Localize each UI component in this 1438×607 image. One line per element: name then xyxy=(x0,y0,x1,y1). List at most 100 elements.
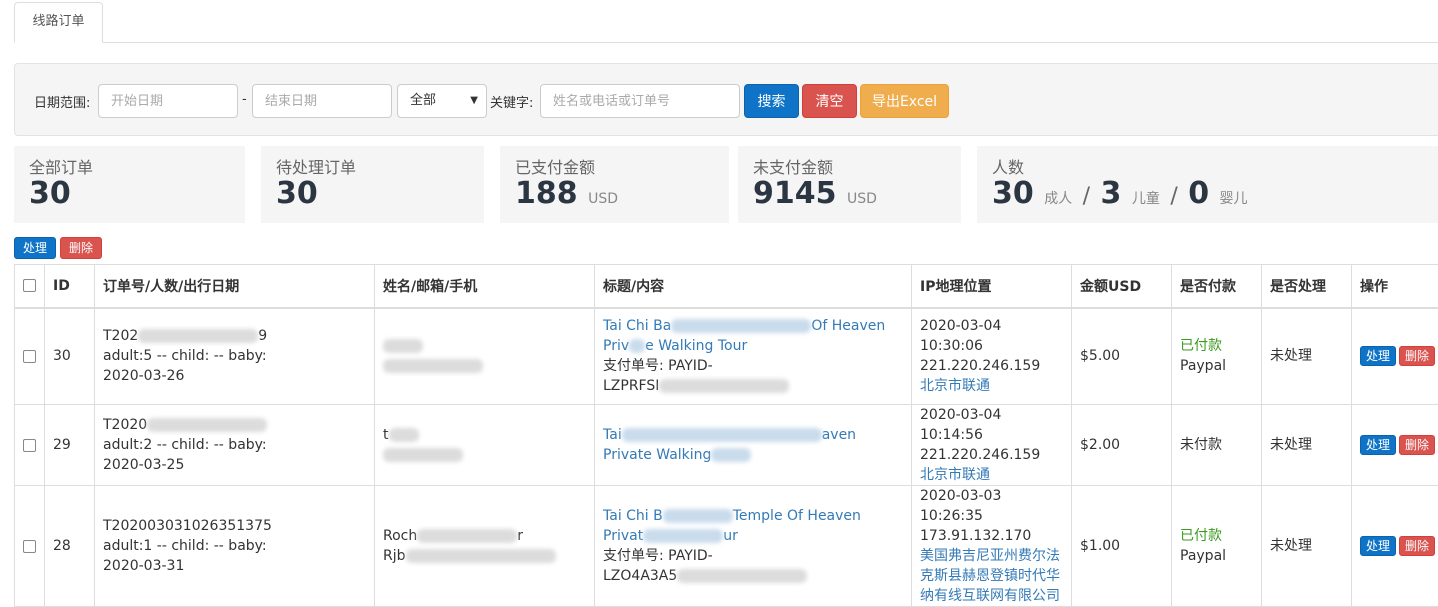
process-status: 未处理 xyxy=(1262,405,1352,486)
order-title-link-line2[interactable]: Priv xyxy=(603,338,629,354)
title-cell: Tai Chi BaOf Heaven Prive Walking Tour 支… xyxy=(595,308,912,405)
adults-label: 成人 xyxy=(1044,191,1072,207)
process-button[interactable]: 处理 xyxy=(1360,435,1396,455)
amount: $2.00 xyxy=(1072,405,1172,486)
ip-location: 北京市联通 xyxy=(920,465,1063,485)
contact-name: Roch xyxy=(383,528,417,544)
export-excel-button[interactable]: 导出Excel xyxy=(860,84,949,118)
bulk-process-button[interactable]: 处理 xyxy=(14,237,56,259)
babies-count: 0 xyxy=(1188,176,1209,211)
stat-card-all-orders: 全部订单 30 xyxy=(14,146,245,223)
stat-card-pending-orders: 待处理订单 30 xyxy=(261,146,484,223)
ip-cell: 2020-03-04 10:14:56 221.220.246.159 北京市联… xyxy=(912,405,1072,486)
stat-card-unpaid-amount: 未支付金额 9145 USD xyxy=(738,146,961,223)
redaction-blur xyxy=(677,569,807,583)
amount: $5.00 xyxy=(1072,308,1172,405)
select-all-checkbox[interactable] xyxy=(23,279,36,292)
stat-card-paid-amount: 已支付金额 188 USD xyxy=(500,146,729,223)
search-button[interactable]: 搜索 xyxy=(744,84,799,118)
currency-unit: USD xyxy=(588,191,618,207)
process-button[interactable]: 处理 xyxy=(1360,346,1396,366)
payment-method: Paypal xyxy=(1180,356,1253,376)
payment-id: LZPRFSI xyxy=(603,378,659,394)
delete-button[interactable]: 删除 xyxy=(1399,435,1435,455)
row-checkbox[interactable] xyxy=(23,350,36,363)
redaction-blur xyxy=(622,428,822,442)
header-order: 订单号/人数/出行日期 xyxy=(95,265,375,308)
ip-location: 美国弗吉尼亚州费尔法克斯县赫恩登镇时代华纳有线互联网有限公司 xyxy=(920,546,1063,606)
separator: / xyxy=(1083,184,1090,209)
table-row: 30 T2029 adult:5 -- child: -- baby: 2020… xyxy=(15,308,1438,405)
delete-button[interactable]: 删除 xyxy=(1399,346,1435,366)
title-cell: Tai Chi B Temple Of Heaven Privat ur 支付单号:… xyxy=(595,486,912,607)
status-select[interactable]: 全部 ▼ xyxy=(397,84,487,118)
order-title-link-end[interactable]: Temple Of Heaven xyxy=(733,508,861,524)
order-title-link-line2[interactable]: Privat xyxy=(603,528,643,544)
redaction-blur xyxy=(147,418,267,432)
stat-title: 待处理订单 xyxy=(276,154,356,178)
ip-time: 2020-03-04 10:14:56 xyxy=(920,405,1063,445)
adults-count: 30 xyxy=(992,176,1034,211)
row-checkbox[interactable] xyxy=(23,439,36,452)
payment-label: 支付单号: PAYID- xyxy=(603,546,903,566)
bulk-delete-button[interactable]: 删除 xyxy=(60,237,102,259)
redaction-blur xyxy=(389,428,419,442)
currency-unit: USD xyxy=(847,191,877,207)
order-number: T202 xyxy=(103,328,138,344)
redaction-blur xyxy=(417,529,517,543)
payment-id: LZO4A3A5 xyxy=(603,568,677,584)
order-title-link-line2[interactable]: Private Walking xyxy=(603,447,711,463)
tab-bar: 线路订单 xyxy=(0,0,1438,44)
redaction-blur xyxy=(629,339,645,353)
start-date-input[interactable] xyxy=(98,84,238,118)
stat-value: 30 成人 / 3 儿童 / 0 婴儿 xyxy=(992,176,1248,211)
unpaid-amount-value: 9145 xyxy=(753,176,837,211)
order-title-link[interactable]: Tai xyxy=(603,427,622,443)
payment-method: Paypal xyxy=(1180,546,1253,566)
paid-amount-value: 188 xyxy=(515,176,578,211)
filter-panel: 日期范围: - 全部 ▼ 关键字: 搜索 清空 导出Excel xyxy=(14,63,1438,136)
order-people: adult:5 -- child: -- baby: xyxy=(103,346,366,366)
row-checkbox[interactable] xyxy=(23,540,36,553)
contact-name-end: r xyxy=(517,528,523,544)
amount: $1.00 xyxy=(1072,486,1172,607)
travel-date: 2020-03-31 xyxy=(103,556,366,576)
babies-label: 婴儿 xyxy=(1220,191,1248,207)
order-title-link-end[interactable]: aven xyxy=(822,427,856,443)
redaction-blur xyxy=(711,448,751,462)
stat-value: 9145 USD xyxy=(753,176,877,211)
ip-location: 北京市联通 xyxy=(920,376,1063,396)
order-title-link-end[interactable]: Of Heaven xyxy=(811,318,885,334)
contact-cell: Rochr Rjb xyxy=(375,486,595,607)
stat-title: 全部订单 xyxy=(29,154,93,178)
clear-button[interactable]: 清空 xyxy=(802,84,857,118)
stat-card-people: 人数 30 成人 / 3 儿童 / 0 婴儿 xyxy=(977,146,1438,223)
contact-cell xyxy=(375,308,595,405)
stat-title: 人数 xyxy=(992,154,1024,178)
order-title-link-line2-end[interactable]: e Walking Tour xyxy=(645,338,747,354)
process-button[interactable]: 处理 xyxy=(1360,536,1396,556)
order-title-link[interactable]: Tai Chi B xyxy=(603,508,663,524)
children-label: 儿童 xyxy=(1132,191,1160,207)
order-title-link[interactable]: Tai Chi Ba xyxy=(603,318,671,334)
tab-route-orders[interactable]: 线路订单 xyxy=(14,2,103,43)
order-number-end: 9 xyxy=(258,328,267,344)
redaction-blur xyxy=(659,379,789,393)
order-title-link-line2-end[interactable]: ur xyxy=(723,528,738,544)
header-id: ID xyxy=(45,265,95,308)
ip-time: 2020-03-04 10:30:06 xyxy=(920,316,1063,356)
keyword-label: 关键字: xyxy=(490,92,533,111)
paid-status: 已付款 xyxy=(1180,336,1253,356)
paid-cell: 已付款 Paypal xyxy=(1172,308,1262,405)
header-processed: 是否处理 xyxy=(1262,265,1352,308)
end-date-input[interactable] xyxy=(252,84,392,118)
redaction-blur xyxy=(671,319,811,333)
stat-title: 已支付金额 xyxy=(515,154,595,178)
keyword-input[interactable] xyxy=(540,84,740,118)
paid-status: 已付款 xyxy=(1180,526,1253,546)
redaction-blur xyxy=(383,339,423,353)
stat-value: 30 xyxy=(29,176,71,211)
order-number: T202003031026351375 xyxy=(103,516,366,536)
delete-button[interactable]: 删除 xyxy=(1399,536,1435,556)
contact-cell: t xyxy=(375,405,595,486)
